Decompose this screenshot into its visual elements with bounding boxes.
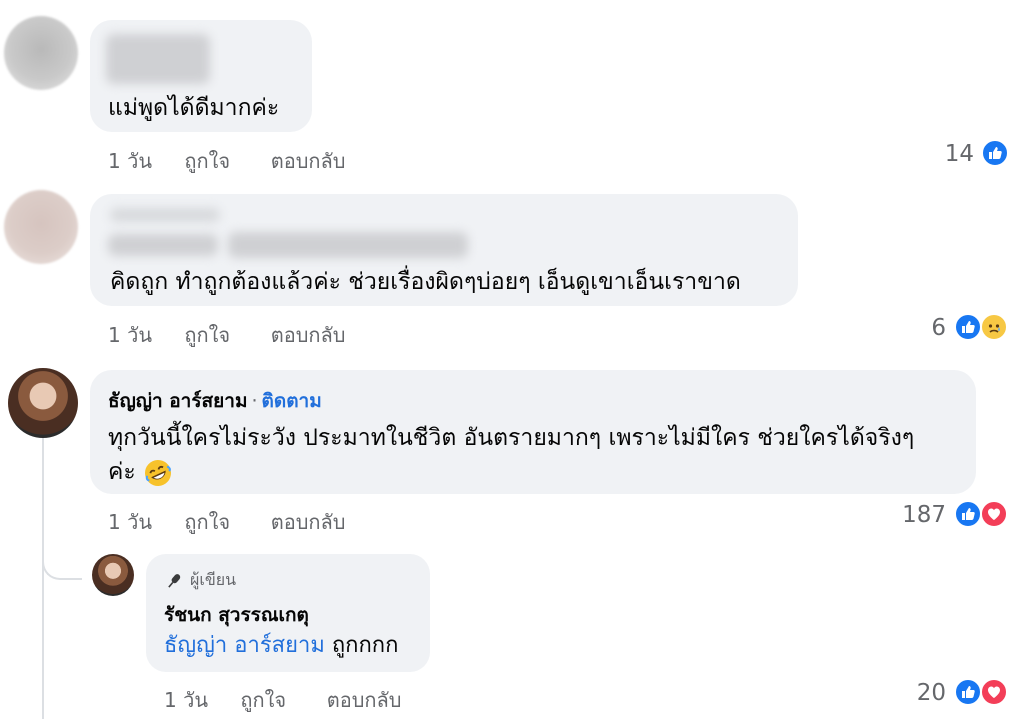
microphone-icon: [168, 573, 181, 588]
avatar[interactable]: [8, 368, 78, 438]
avatar[interactable]: [4, 190, 78, 264]
blurred-author-name: [228, 232, 468, 258]
reaction-count[interactable]: 14: [945, 141, 974, 167]
like-icon: [981, 139, 1009, 167]
comment-text: คิดถูก ทำถูกต้องแล้วค่ะ ช่วยเรื่องผิดๆบ่…: [110, 269, 741, 295]
reply-text: ธัญญ่า อาร์สยาม ถูกกกก: [164, 628, 398, 664]
like-button[interactable]: ถูกใจ: [240, 684, 320, 716]
comment-time[interactable]: 1 วัน: [108, 506, 178, 538]
comment-actions: 1 วัน ถูกใจ ตอบกลับ: [108, 145, 345, 177]
blurred-author-name: [108, 234, 218, 256]
blurred-author-name: [110, 208, 220, 222]
reaction-count[interactable]: 187: [902, 502, 946, 528]
like-button[interactable]: ถูกใจ: [184, 319, 264, 351]
reply-button[interactable]: ตอบกลับ: [271, 319, 346, 351]
reply-bubble: ผู้เขียน รัชนก สุวรรณเกตุ ธัญญ่า อาร์สยา…: [146, 554, 430, 672]
reaction-count[interactable]: 6: [931, 315, 946, 341]
comment-actions: 1 วัน ถูกใจ ตอบกลับ: [108, 506, 345, 538]
sad-icon: [980, 313, 1008, 341]
comment-time[interactable]: 1 วัน: [108, 145, 178, 177]
reply-button[interactable]: ตอบกลับ: [327, 684, 402, 716]
blurred-author-name: [106, 34, 210, 84]
author-badge: ผู้เขียน: [164, 568, 236, 593]
avatar[interactable]: [4, 16, 78, 90]
comment-author[interactable]: ธัญญ่า อาร์สยาม: [108, 390, 247, 412]
comment-bubble: แม่พูดได้ดีมากค่ะ: [90, 20, 312, 132]
comment-time[interactable]: 1 วัน: [108, 319, 178, 351]
avatar[interactable]: [92, 554, 134, 596]
comment-author-row: ธัญญ่า อาร์สยาม · ติดตาม: [108, 386, 322, 416]
comment-text: ทุกวันนี้ใครไม่ระวัง ประมาทในชีวิต อันตร…: [108, 425, 915, 451]
rolling-laughing-emoji: [145, 459, 172, 486]
comment-text: แม่พูดได้ดีมากค่ะ: [108, 95, 280, 121]
comment-bubble: ธัญญ่า อาร์สยาม · ติดตาม ทุกวันนี้ใครไม่ระ…: [90, 370, 976, 494]
reaction-count[interactable]: 20: [917, 680, 946, 706]
follow-button[interactable]: ติดตาม: [262, 390, 322, 412]
mention-link[interactable]: ธัญญ่า อาร์สยาม: [164, 633, 325, 658]
heart-icon: [980, 500, 1008, 528]
author-badge-label: ผู้เขียน: [190, 570, 237, 589]
like-icon: [954, 500, 982, 528]
like-button[interactable]: ถูกใจ: [184, 506, 264, 538]
reply-author[interactable]: รัชนก สุวรรณเกตุ: [164, 600, 309, 630]
like-button[interactable]: ถูกใจ: [184, 145, 264, 177]
comment-text-line2: ค่ะ: [108, 454, 173, 490]
comment-bubble: คิดถูก ทำถูกต้องแล้วค่ะ ช่วยเรื่องผิดๆบ่…: [90, 194, 798, 306]
heart-icon: [980, 678, 1008, 706]
reply-button[interactable]: ตอบกลับ: [271, 145, 346, 177]
reply-time[interactable]: 1 วัน: [164, 684, 234, 716]
reply-actions: 1 วัน ถูกใจ ตอบกลับ: [164, 684, 401, 716]
reply-button[interactable]: ตอบกลับ: [271, 506, 346, 538]
like-icon: [954, 678, 982, 706]
like-icon: [954, 313, 982, 341]
thread-branch: [42, 540, 82, 580]
reply-body: ถูกกกก: [331, 633, 399, 658]
thread-line: [42, 438, 44, 719]
separator-dot: ·: [251, 390, 258, 412]
comment-actions: 1 วัน ถูกใจ ตอบกลับ: [108, 319, 345, 351]
